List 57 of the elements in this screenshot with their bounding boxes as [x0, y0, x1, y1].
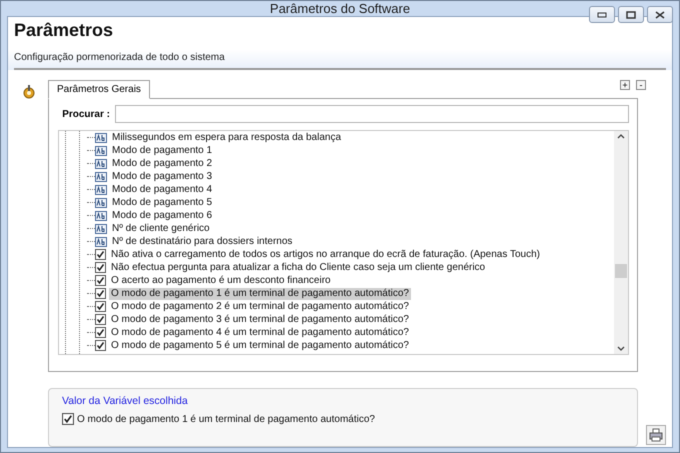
tree-item[interactable]: O modo de pagamento 5 é um terminal de pagamento automático? — [109, 340, 411, 352]
collapse-button[interactable]: - — [636, 80, 646, 90]
close-icon — [655, 10, 665, 18]
text-field-icon — [95, 184, 107, 194]
checkbox[interactable] — [95, 249, 106, 260]
tree-item[interactable]: Não ativa o carregamento de todos os artigos no arranque do ecrã de faturação. (Apenas Touch) — [109, 248, 542, 260]
text-field-icon — [95, 198, 107, 208]
minimize-button[interactable] — [589, 6, 615, 23]
minimize-icon — [597, 12, 607, 18]
checkbox[interactable] — [95, 301, 106, 312]
scroll-down-icon[interactable] — [617, 346, 625, 352]
maximize-button[interactable] — [618, 6, 644, 23]
text-field-icon — [95, 236, 107, 246]
text-field-icon — [95, 172, 107, 182]
tab[interactable]: Parâmetros Gerais — [48, 80, 150, 99]
tree-item[interactable]: Modo de pagamento 2 — [110, 158, 214, 170]
text-field-icon — [95, 158, 107, 168]
window-title: Parâmetros do Software — [270, 1, 410, 16]
tree-item[interactable]: Modo de pagamento 4 — [110, 184, 214, 196]
tree-item[interactable]: O modo de pagamento 1 é um terminal de pagamento automático? — [109, 288, 411, 300]
checkbox[interactable] — [95, 288, 106, 299]
tree-item[interactable]: Não efectua pergunta para atualizar a ficha do Cliente caso seja um cliente genérico — [109, 262, 488, 274]
scroll-thumb[interactable] — [615, 264, 627, 278]
tree-item[interactable]: Milissegundos em espera para resposta da balança — [110, 132, 344, 144]
text-field-icon — [95, 146, 107, 156]
checkbox[interactable] — [95, 314, 106, 325]
checkbox[interactable] — [62, 413, 74, 425]
maximize-icon — [626, 10, 636, 18]
text-field-icon — [95, 210, 107, 220]
checkbox[interactable] — [95, 262, 106, 273]
tree-item[interactable]: O modo de pagamento 2 é um terminal de pagamento automático? — [109, 300, 411, 312]
search-label: Procurar : — [61, 108, 110, 120]
tree-item[interactable]: Modo de pagamento 1 — [110, 144, 214, 156]
close-button[interactable] — [647, 6, 673, 23]
checkbox[interactable] — [95, 340, 106, 351]
search-field[interactable] — [115, 105, 629, 123]
tree-item[interactable]: Nº de cliente genérico — [110, 222, 212, 234]
checkbox-label: O modo de pagamento 1 é um terminal de pagamento automático? — [77, 414, 375, 424]
gear-icon — [21, 84, 37, 100]
page-subtitle: Configuração pormenorizada de todo o sistema — [14, 52, 225, 62]
scrollbar[interactable] — [614, 131, 628, 354]
expand-button[interactable]: + — [620, 80, 630, 90]
tree-item[interactable]: Modo de pagamento 5 — [110, 196, 214, 208]
checkbox[interactable] — [95, 327, 106, 338]
printer-button[interactable] — [646, 425, 666, 445]
text-field-icon — [95, 132, 107, 142]
tree-item[interactable]: O modo de pagamento 3 é um terminal de pagamento automático? — [109, 314, 411, 326]
panel-title: Valor da Variável escolhida — [62, 395, 189, 407]
tree-item[interactable]: Modo de pagamento 6 — [110, 210, 214, 222]
text-field-icon — [95, 224, 107, 234]
scroll-up-icon[interactable] — [617, 133, 625, 139]
tree-item[interactable]: Nº de destinatário para dossiers internos — [110, 236, 294, 248]
tree-item[interactable]: Modo de pagamento 3 — [110, 170, 214, 182]
checkbox[interactable] — [95, 275, 106, 286]
page-title: Parâmetros — [14, 20, 114, 42]
tree-item[interactable]: O acerto ao pagamento é um desconto financeiro — [109, 274, 333, 286]
tree-item[interactable]: O modo de pagamento 4 é um terminal de pagamento automático? — [109, 326, 411, 338]
